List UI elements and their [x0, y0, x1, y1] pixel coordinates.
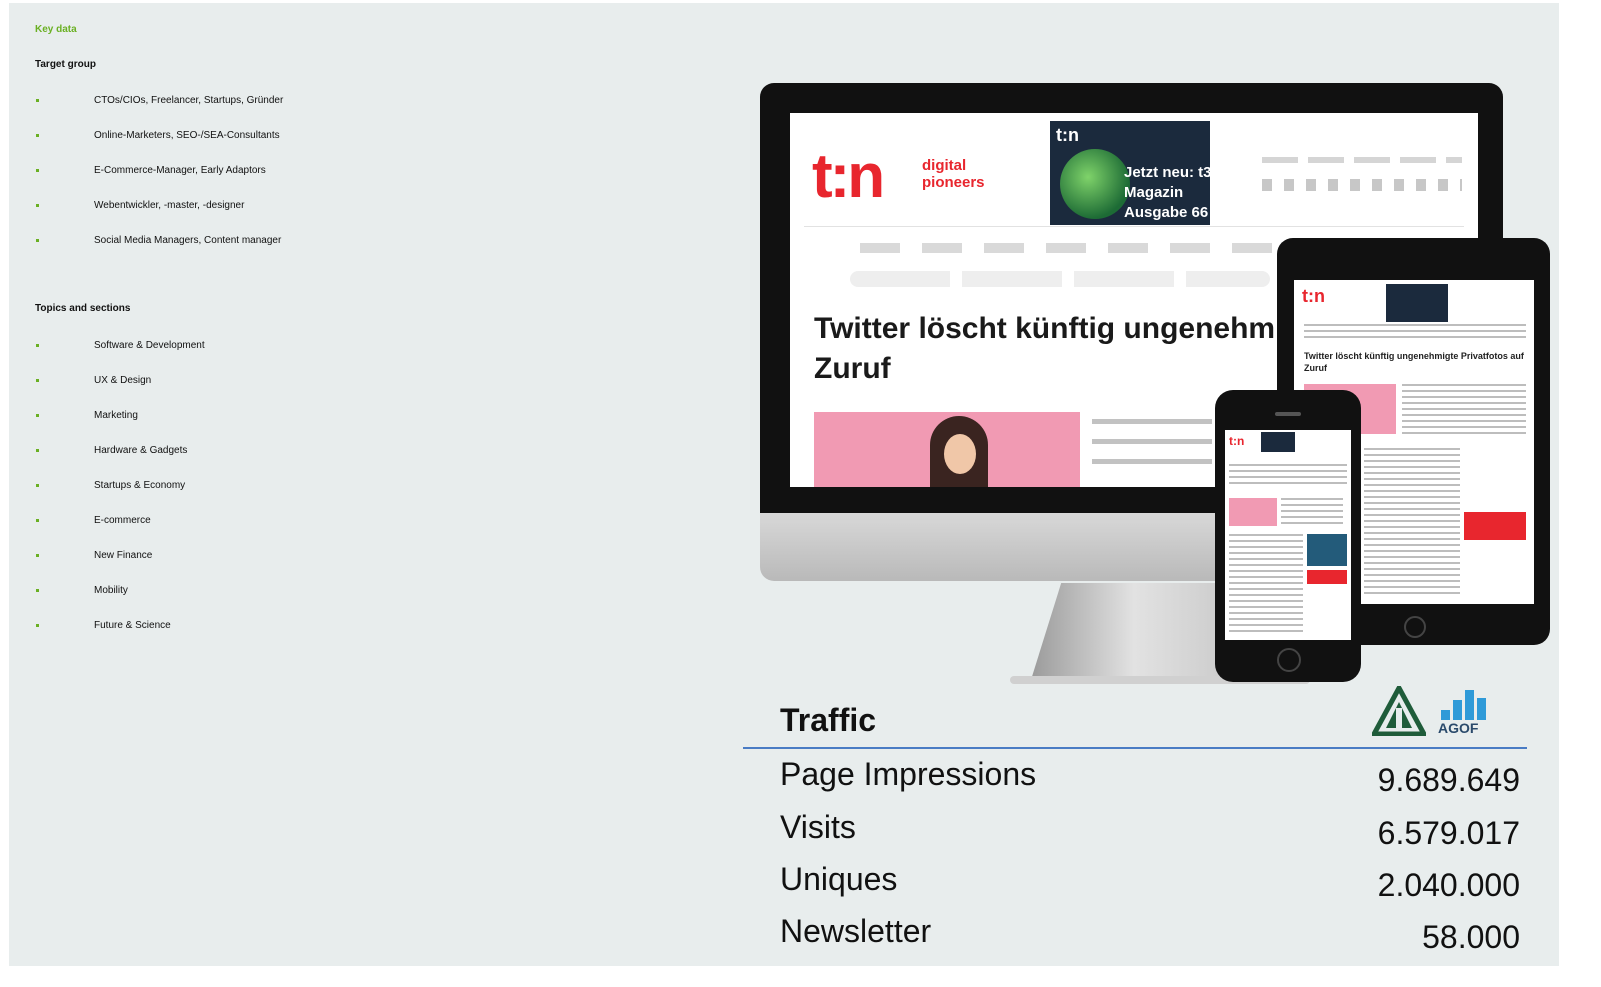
phone-logo: t:n [1229, 434, 1245, 448]
tablet-red-button [1464, 512, 1526, 540]
traffic-row-label: Page Impressions [780, 756, 1037, 792]
tags-placeholder [850, 271, 1270, 287]
traffic-title: Traffic [780, 702, 877, 738]
person-face [944, 434, 976, 474]
teaser-text-placeholder [1092, 419, 1212, 479]
ad-logo: t:n [1056, 125, 1079, 145]
tablet-logo: t:n [1302, 286, 1325, 306]
agof-bar [1441, 710, 1450, 720]
phone-blue-card [1307, 534, 1347, 566]
key-data-label: Key data [35, 24, 77, 35]
phone-ad [1261, 432, 1295, 452]
traffic-row-value: 6.579.017 [1377, 815, 1520, 851]
bullet-icon [36, 344, 39, 347]
phone-mockup: t:n [1215, 390, 1361, 682]
bullet-icon [36, 204, 39, 207]
nav-placeholder [860, 243, 1280, 253]
bullet-icon [36, 449, 39, 452]
bullet-icon [36, 379, 39, 382]
bullet-icon [36, 239, 39, 242]
topics-heading: Topics and sections [35, 303, 131, 314]
social-icons-placeholder [1262, 179, 1462, 191]
ivw-logo-icon [1372, 686, 1426, 736]
t3n-logo: t:n [812, 142, 885, 211]
bullet-icon [36, 99, 39, 102]
ad-text: Jetzt neu: t3n Magazin Ausgabe 66 [1124, 164, 1210, 221]
top-links-placeholder [1262, 157, 1462, 163]
traffic-row-label: Newsletter [780, 913, 932, 949]
traffic-row-value: 2.040.000 [1377, 867, 1520, 903]
target-group-heading: Target group [35, 59, 96, 70]
phone-speaker [1275, 412, 1301, 416]
traffic-divider [743, 747, 1527, 749]
tablet-ad [1386, 284, 1448, 322]
tablet-list-placeholder [1364, 448, 1460, 598]
tablet-nav-placeholder [1304, 324, 1526, 338]
tablet-headline: Twitter löscht künftig ungenehmigte Priv… [1304, 351, 1524, 373]
phone-article-image [1229, 498, 1277, 526]
article-image [814, 412, 1080, 487]
tablet-home-button [1404, 616, 1426, 638]
phone-home-button [1277, 648, 1301, 672]
tablet-teaser-placeholder [1402, 384, 1526, 434]
agof-bar [1477, 698, 1486, 720]
divider [804, 226, 1464, 227]
phone-screen: t:n [1225, 430, 1351, 640]
agof-label: AGOF [1438, 720, 1479, 736]
t3n-logo-subtitle: digital pioneers [922, 157, 985, 191]
bullet-icon [36, 554, 39, 557]
phone-teaser-placeholder [1281, 498, 1343, 526]
bullet-icon [36, 624, 39, 627]
magazine-ad: t:n Jetzt neu: t3n Magazin Ausgabe 66 [1050, 121, 1210, 225]
phone-red-card [1307, 570, 1347, 584]
traffic-row-value: 9.689.649 [1377, 762, 1520, 798]
phone-list-placeholder [1229, 534, 1303, 634]
bullet-icon [36, 414, 39, 417]
agof-bar [1453, 700, 1462, 720]
phone-headline-placeholder [1229, 464, 1347, 488]
traffic-row-label: Uniques [780, 861, 898, 897]
agof-bar [1465, 690, 1474, 720]
globe-icon [1060, 149, 1130, 219]
bullet-icon [36, 134, 39, 137]
bullet-icon [36, 169, 39, 172]
agof-logo: AGOF [1438, 686, 1498, 736]
bullet-icon [36, 484, 39, 487]
bullet-icon [36, 589, 39, 592]
bullet-icon [36, 519, 39, 522]
traffic-row-value: 58.000 [1422, 919, 1520, 955]
traffic-row-label: Visits [780, 809, 856, 845]
